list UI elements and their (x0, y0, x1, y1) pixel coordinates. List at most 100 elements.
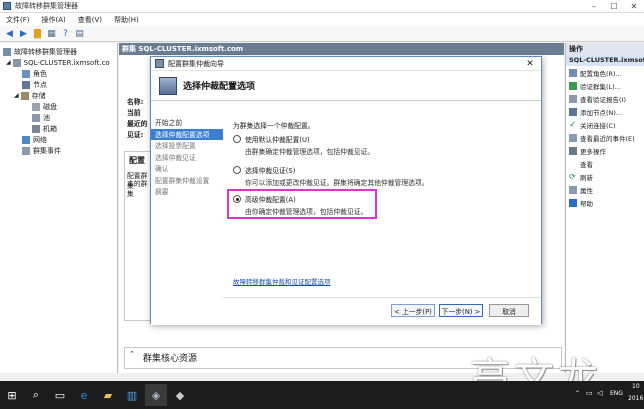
task-view-icon[interactable]: ▭ (49, 384, 71, 406)
action-validate-cluster[interactable]: 验证群集(L)... (566, 79, 644, 92)
option-default-desc: 由群集确定仲裁管理选项，包括仲裁见证。 (245, 148, 375, 156)
tree-item-pools[interactable]: 池 (0, 112, 117, 123)
option-witness-desc: 你可以添加或更改仲裁见证。群集将确定其他仲裁管理选项。 (245, 179, 429, 187)
action-properties[interactable]: 属性 (566, 183, 644, 196)
next-button[interactable]: 下一步(N) > (439, 304, 483, 317)
tree-item-roles[interactable]: 角色 (0, 68, 117, 79)
show-pane-icon[interactable]: ▤ (74, 28, 85, 39)
step-configure-quorum: 配置群集仲裁设置 (155, 176, 210, 185)
minimize-button[interactable]: – (584, 0, 604, 13)
tree-item-events[interactable]: 群集事件 (0, 145, 117, 156)
menu-file[interactable]: 文件(F) (0, 15, 36, 25)
menu-action[interactable]: 操作(A) (36, 15, 72, 25)
action-help[interactable]: 帮助 (566, 196, 644, 209)
close-connection-icon: ✓ (569, 119, 577, 130)
step-select-witness: 选择仲裁见证 (155, 153, 196, 162)
tree-item-nodes[interactable]: 节点 (0, 79, 117, 90)
start-windows-icon[interactable]: ⊞ (1, 384, 23, 406)
add-node-icon (569, 107, 577, 116)
action-refresh[interactable]: ⟳ 刷新 (566, 170, 644, 183)
dialog-heading: 选择仲裁配置选项 (183, 82, 256, 92)
action-view-report[interactable]: 查看验证报告(I) (566, 92, 644, 105)
actions-cluster-header[interactable]: SQL-CLUSTER.ixmsoft.com (566, 55, 644, 66)
step-before-you-begin: 开始之前 (155, 119, 183, 127)
tree-cluster[interactable]: ◢ SQL-CLUSTER.ixmsoft.co (0, 57, 117, 68)
window-title: 故障转移群集管理器 (15, 2, 78, 10)
dialog-title: 配置群集仲裁向导 (168, 59, 224, 68)
chevron-down-icon[interactable]: ◢ (14, 92, 19, 99)
action-recent-events[interactable]: 查看最近的事件(E) (566, 131, 644, 144)
radio-select-witness[interactable] (233, 166, 241, 174)
dialog-title-bar: 配置群集仲裁向导 ✕ (151, 57, 541, 71)
actions-pane: 操作 SQL-CLUSTER.ixmsoft.com 配置角色(R)... 验证… (565, 43, 644, 373)
file-explorer-icon[interactable]: ▰ (97, 384, 119, 406)
help-icon (569, 198, 577, 207)
roles-icon (569, 68, 577, 77)
tree-root[interactable]: 故障转移群集管理器 (0, 46, 117, 57)
maximize-button[interactable]: ☐ (604, 0, 624, 13)
clock-time[interactable]: 10 (632, 383, 640, 390)
events-icon (22, 146, 30, 155)
search-icon[interactable]: ⌕ (25, 384, 47, 406)
pool-icon (32, 113, 40, 122)
center-header: 群集 SQL-CLUSTER.ixmsoft.com (119, 43, 564, 55)
cluster-icon (12, 58, 21, 67)
server-manager-icon[interactable]: ▥ (121, 384, 143, 406)
action-configure-role[interactable]: 配置角色(R)... (566, 66, 644, 79)
cluster-manager-icon (3, 47, 11, 56)
tree-item-storage[interactable]: ◢ 存储 (0, 90, 117, 101)
menu-view[interactable]: 查看(V) (72, 15, 108, 25)
volume-icon[interactable]: ◁ (597, 389, 602, 397)
step-summary: 摘要 (155, 188, 169, 196)
ie-browser-icon[interactable]: e (73, 384, 95, 406)
language-indicator[interactable]: ENG (610, 390, 623, 397)
tool-icon[interactable]: ◆ (169, 384, 191, 406)
action-view[interactable]: 查看 (566, 157, 644, 170)
step-confirm: 确认 (155, 165, 169, 173)
tree-item-disks[interactable]: 磁盘 (0, 101, 117, 112)
expand-icon[interactable]: ⌃ (129, 350, 135, 358)
more-actions-icon (569, 146, 577, 155)
wizard-body: 为群集选择一个仲裁配置。 使用默认仲裁配置(U) 由群集确定仲裁管理选项，包括仲… (223, 101, 541, 325)
failover-cluster-icon[interactable]: ◈ (145, 384, 167, 406)
events-icon (569, 133, 577, 142)
back-arrow-icon[interactable]: ◀ (4, 28, 15, 39)
forward-arrow-icon[interactable]: ▶ (18, 28, 29, 39)
summary-recent-label: 最近的 (127, 120, 148, 128)
dialog-header: 选择仲裁配置选项 (151, 71, 541, 101)
close-icon[interactable]: ✕ (519, 57, 541, 71)
menu-help[interactable]: 帮助(H) (108, 15, 145, 25)
prev-button[interactable]: < 上一步(P) (391, 304, 435, 317)
roles-icon (22, 69, 30, 78)
tree-item-enclosures[interactable]: 机箱 (0, 123, 117, 134)
tree-item-networks[interactable]: 网络 (0, 134, 117, 145)
folder-icon[interactable]: ▇ (32, 28, 43, 39)
radio-default-quorum[interactable] (233, 135, 241, 143)
chevron-down-icon[interactable]: ◢ (6, 59, 11, 66)
help-icon[interactable]: ? (60, 28, 71, 39)
help-link[interactable]: 故障转移群集仲裁和见证配置选项 (233, 276, 331, 286)
close-window-button[interactable]: ✕ (624, 0, 644, 13)
action-more[interactable]: 更多操作 (566, 144, 644, 157)
title-bar: 故障转移群集管理器 – ☐ ✕ (0, 0, 644, 13)
clock-date[interactable]: 2016 (628, 395, 643, 402)
taskbar: ⊞ ⌕ ▭ e ▰ ▥ ◈ ◆ ⌃ ▭ ◁ ENG 10 2016 (0, 381, 644, 409)
report-icon (569, 94, 577, 103)
navigation-tree: 故障转移群集管理器 ◢ SQL-CLUSTER.ixmsoft.co 角色 节点 … (0, 43, 118, 373)
wizard-icon (155, 59, 164, 68)
option-default-quorum[interactable]: 使用默认仲裁配置(U) (233, 134, 310, 144)
action-add-node[interactable]: 添加节点(N)... (566, 105, 644, 118)
toolbar: ◀ ▶ ▇ ▦ ? ▤ (0, 26, 644, 42)
config-section-title: 配置 (129, 156, 145, 165)
action-close-connection[interactable]: ✓ 关闭连接(C) (566, 118, 644, 131)
console-tree-icon[interactable]: ▦ (46, 28, 57, 39)
tray-chevron-icon[interactable]: ⌃ (575, 390, 580, 397)
validate-icon (569, 81, 577, 90)
app-icon (3, 2, 11, 10)
option-select-witness[interactable]: 选择仲裁见证(S) (233, 165, 295, 175)
enclosure-icon (32, 124, 40, 133)
storage-icon (20, 91, 29, 100)
network-tray-icon[interactable]: ▭ (586, 389, 593, 397)
option-witness-label: 选择仲裁见证(S) (245, 167, 296, 175)
cancel-button[interactable]: 取消 (489, 304, 529, 317)
